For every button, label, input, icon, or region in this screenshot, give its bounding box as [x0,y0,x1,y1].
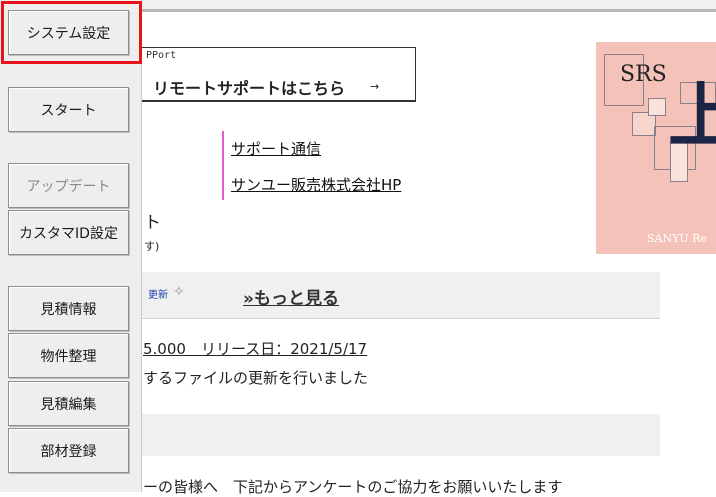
estimate-edit-button[interactable]: 見積編集 [8,381,129,426]
news-divider [142,318,660,319]
update-badge: 更新 [148,290,168,301]
banner-square [648,98,666,116]
selection-highlight [1,1,142,64]
partial-heading-char: ト [144,213,161,233]
links-accent-bar [222,131,224,200]
sparkle-icon: ✧ [173,284,185,300]
property-organize-button[interactable]: 物件整理 [8,333,129,378]
banner-kanji: 上 [668,74,716,157]
material-register-button[interactable]: 部材登録 [8,428,129,473]
banner-srs-text: SRS [620,62,667,87]
company-hp-link[interactable]: サンユー販売株式会社HP [231,174,401,195]
banner-caption: SANYU Re [647,232,707,245]
customer-id-settings-button[interactable]: カスタマID設定 [8,210,129,255]
support-news-link[interactable]: サポート通信 [231,138,321,159]
see-more-link[interactable]: »もっと見る [243,284,339,309]
partial-note: す) [144,240,160,253]
news-header-strip [142,272,660,318]
arrow-right-icon: → [370,80,380,93]
update-button[interactable]: アップデート [8,163,129,208]
survey-header-strip [142,414,660,456]
remote-support-small-label: PPort [146,50,177,61]
estimate-info-button[interactable]: 見積情報 [8,286,129,331]
start-button[interactable]: スタート [8,87,129,132]
news-description: するファイルの更新を行いました [143,369,369,387]
news-version-link[interactable]: 5.000 リリース日：2021/5/17 [143,338,367,359]
sidebar: システム設定 スタート アップデート カスタマID設定 見積情報 物件整理 見積… [0,0,142,492]
top-divider [140,9,716,12]
survey-text: ーの皆様へ 下記からアンケートのご協力をお願いいたします [143,478,563,496]
remote-support-link[interactable]: リモートサポートはこちら [153,75,345,99]
